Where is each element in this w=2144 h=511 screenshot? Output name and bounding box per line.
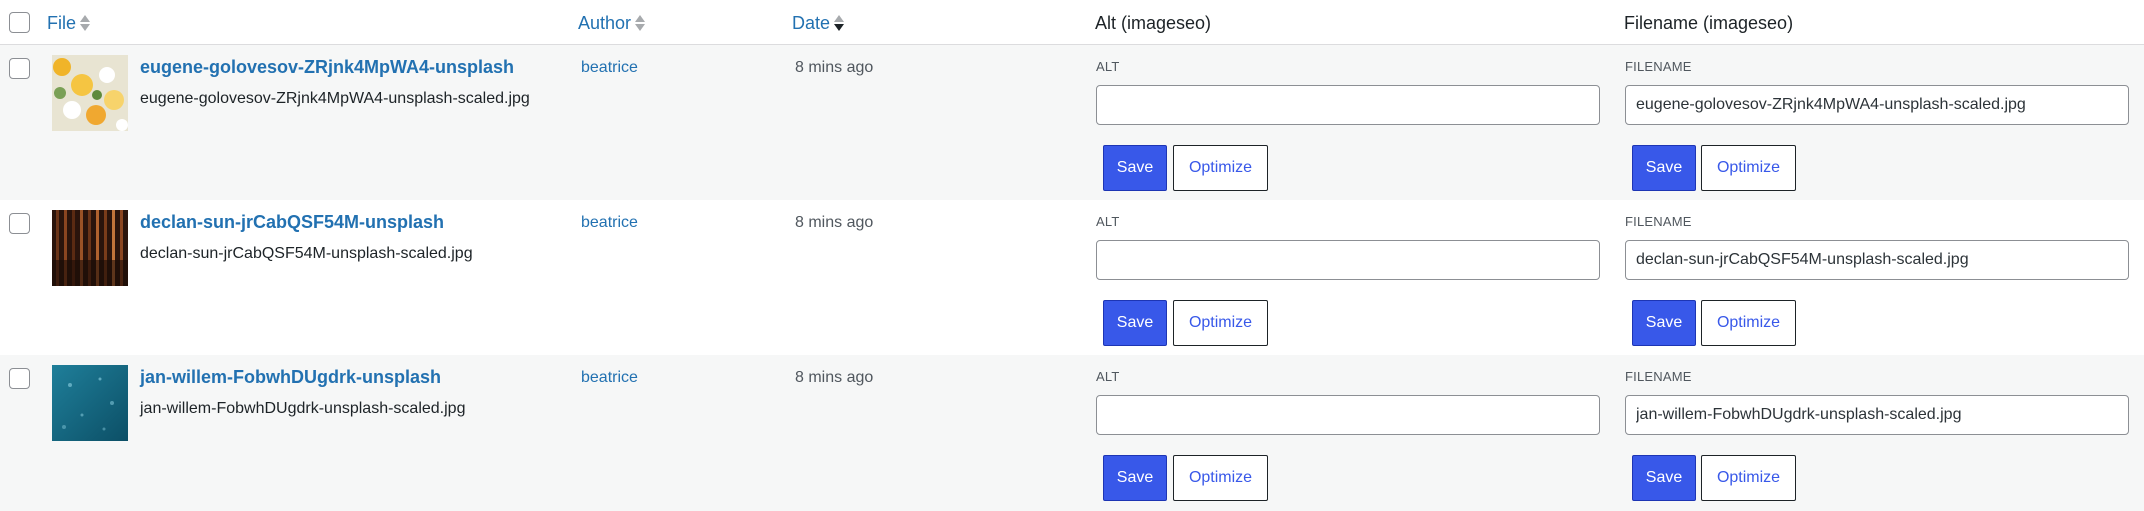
column-header-file-label: File: [47, 13, 77, 33]
sort-both-icon: [80, 13, 91, 33]
alt-input[interactable]: [1096, 240, 1600, 280]
row-checkbox[interactable]: [9, 213, 30, 234]
column-header-date-label: Date: [792, 13, 831, 33]
file-title-link[interactable]: jan-willem-FobwhDUgdrk-unsplash: [140, 367, 441, 388]
alt-field-label: ALT: [1096, 214, 1120, 229]
alt-field-label: ALT: [1096, 59, 1120, 74]
table-header: File Author Date Alt (imageseo) Filename…: [0, 0, 2144, 45]
column-header-author-label: Author: [578, 13, 632, 33]
alt-optimize-button[interactable]: Optimize: [1173, 300, 1268, 346]
filename-optimize-button[interactable]: Optimize: [1701, 300, 1796, 346]
thumbnail-image[interactable]: [52, 210, 128, 286]
alt-save-button[interactable]: Save: [1103, 300, 1167, 346]
filename-field-label: FILENAME: [1625, 59, 1692, 74]
column-header-author[interactable]: Author: [578, 12, 646, 34]
table-row: jan-willem-FobwhDUgdrk-unsplash jan-will…: [0, 355, 2144, 511]
filename-field-label: FILENAME: [1625, 369, 1692, 384]
filename-input[interactable]: [1625, 395, 2129, 435]
file-title-link[interactable]: eugene-golovesov-ZRjnk4MpWA4-unsplash: [140, 57, 514, 78]
date-text: 8 mins ago: [795, 59, 874, 76]
column-header-filename-label: Filename (imageseo): [1624, 13, 1794, 33]
thumbnail-image[interactable]: [52, 55, 128, 131]
column-header-alt-label: Alt (imageseo): [1095, 13, 1212, 33]
author-link[interactable]: beatrice: [581, 214, 638, 232]
filename-input[interactable]: [1625, 85, 2129, 125]
table-row: declan-sun-jrCabQSF54M-unsplash declan-s…: [0, 200, 2144, 355]
row-checkbox[interactable]: [9, 368, 30, 389]
column-header-file[interactable]: File: [47, 12, 91, 34]
file-name-text: eugene-golovesov-ZRjnk4MpWA4-unsplash-sc…: [140, 90, 530, 107]
filename-optimize-button[interactable]: Optimize: [1701, 145, 1796, 191]
author-link[interactable]: beatrice: [581, 59, 638, 77]
column-header-alt: Alt (imageseo): [1095, 12, 1211, 34]
alt-optimize-button[interactable]: Optimize: [1173, 145, 1268, 191]
alt-input[interactable]: [1096, 395, 1600, 435]
sort-desc-icon: [834, 13, 845, 33]
filename-save-button[interactable]: Save: [1632, 300, 1696, 346]
thumbnail-image[interactable]: [52, 365, 128, 441]
select-all-checkbox[interactable]: [9, 12, 30, 33]
filename-field-label: FILENAME: [1625, 214, 1692, 229]
filename-save-button[interactable]: Save: [1632, 145, 1696, 191]
file-title-link[interactable]: declan-sun-jrCabQSF54M-unsplash: [140, 212, 444, 233]
alt-field-label: ALT: [1096, 369, 1120, 384]
filename-input[interactable]: [1625, 240, 2129, 280]
author-link[interactable]: beatrice: [581, 369, 638, 387]
filename-save-button[interactable]: Save: [1632, 455, 1696, 501]
alt-save-button[interactable]: Save: [1103, 145, 1167, 191]
alt-input[interactable]: [1096, 85, 1600, 125]
row-checkbox[interactable]: [9, 58, 30, 79]
filename-optimize-button[interactable]: Optimize: [1701, 455, 1796, 501]
file-name-text: declan-sun-jrCabQSF54M-unsplash-scaled.j…: [140, 245, 473, 262]
table-row: eugene-golovesov-ZRjnk4MpWA4-unsplash eu…: [0, 45, 2144, 200]
column-header-filename: Filename (imageseo): [1624, 12, 1793, 34]
alt-optimize-button[interactable]: Optimize: [1173, 455, 1268, 501]
sort-both-icon: [635, 13, 646, 33]
alt-save-button[interactable]: Save: [1103, 455, 1167, 501]
file-name-text: jan-willem-FobwhDUgdrk-unsplash-scaled.j…: [140, 400, 466, 417]
column-header-date[interactable]: Date: [792, 12, 845, 34]
date-text: 8 mins ago: [795, 369, 874, 386]
date-text: 8 mins ago: [795, 214, 874, 231]
